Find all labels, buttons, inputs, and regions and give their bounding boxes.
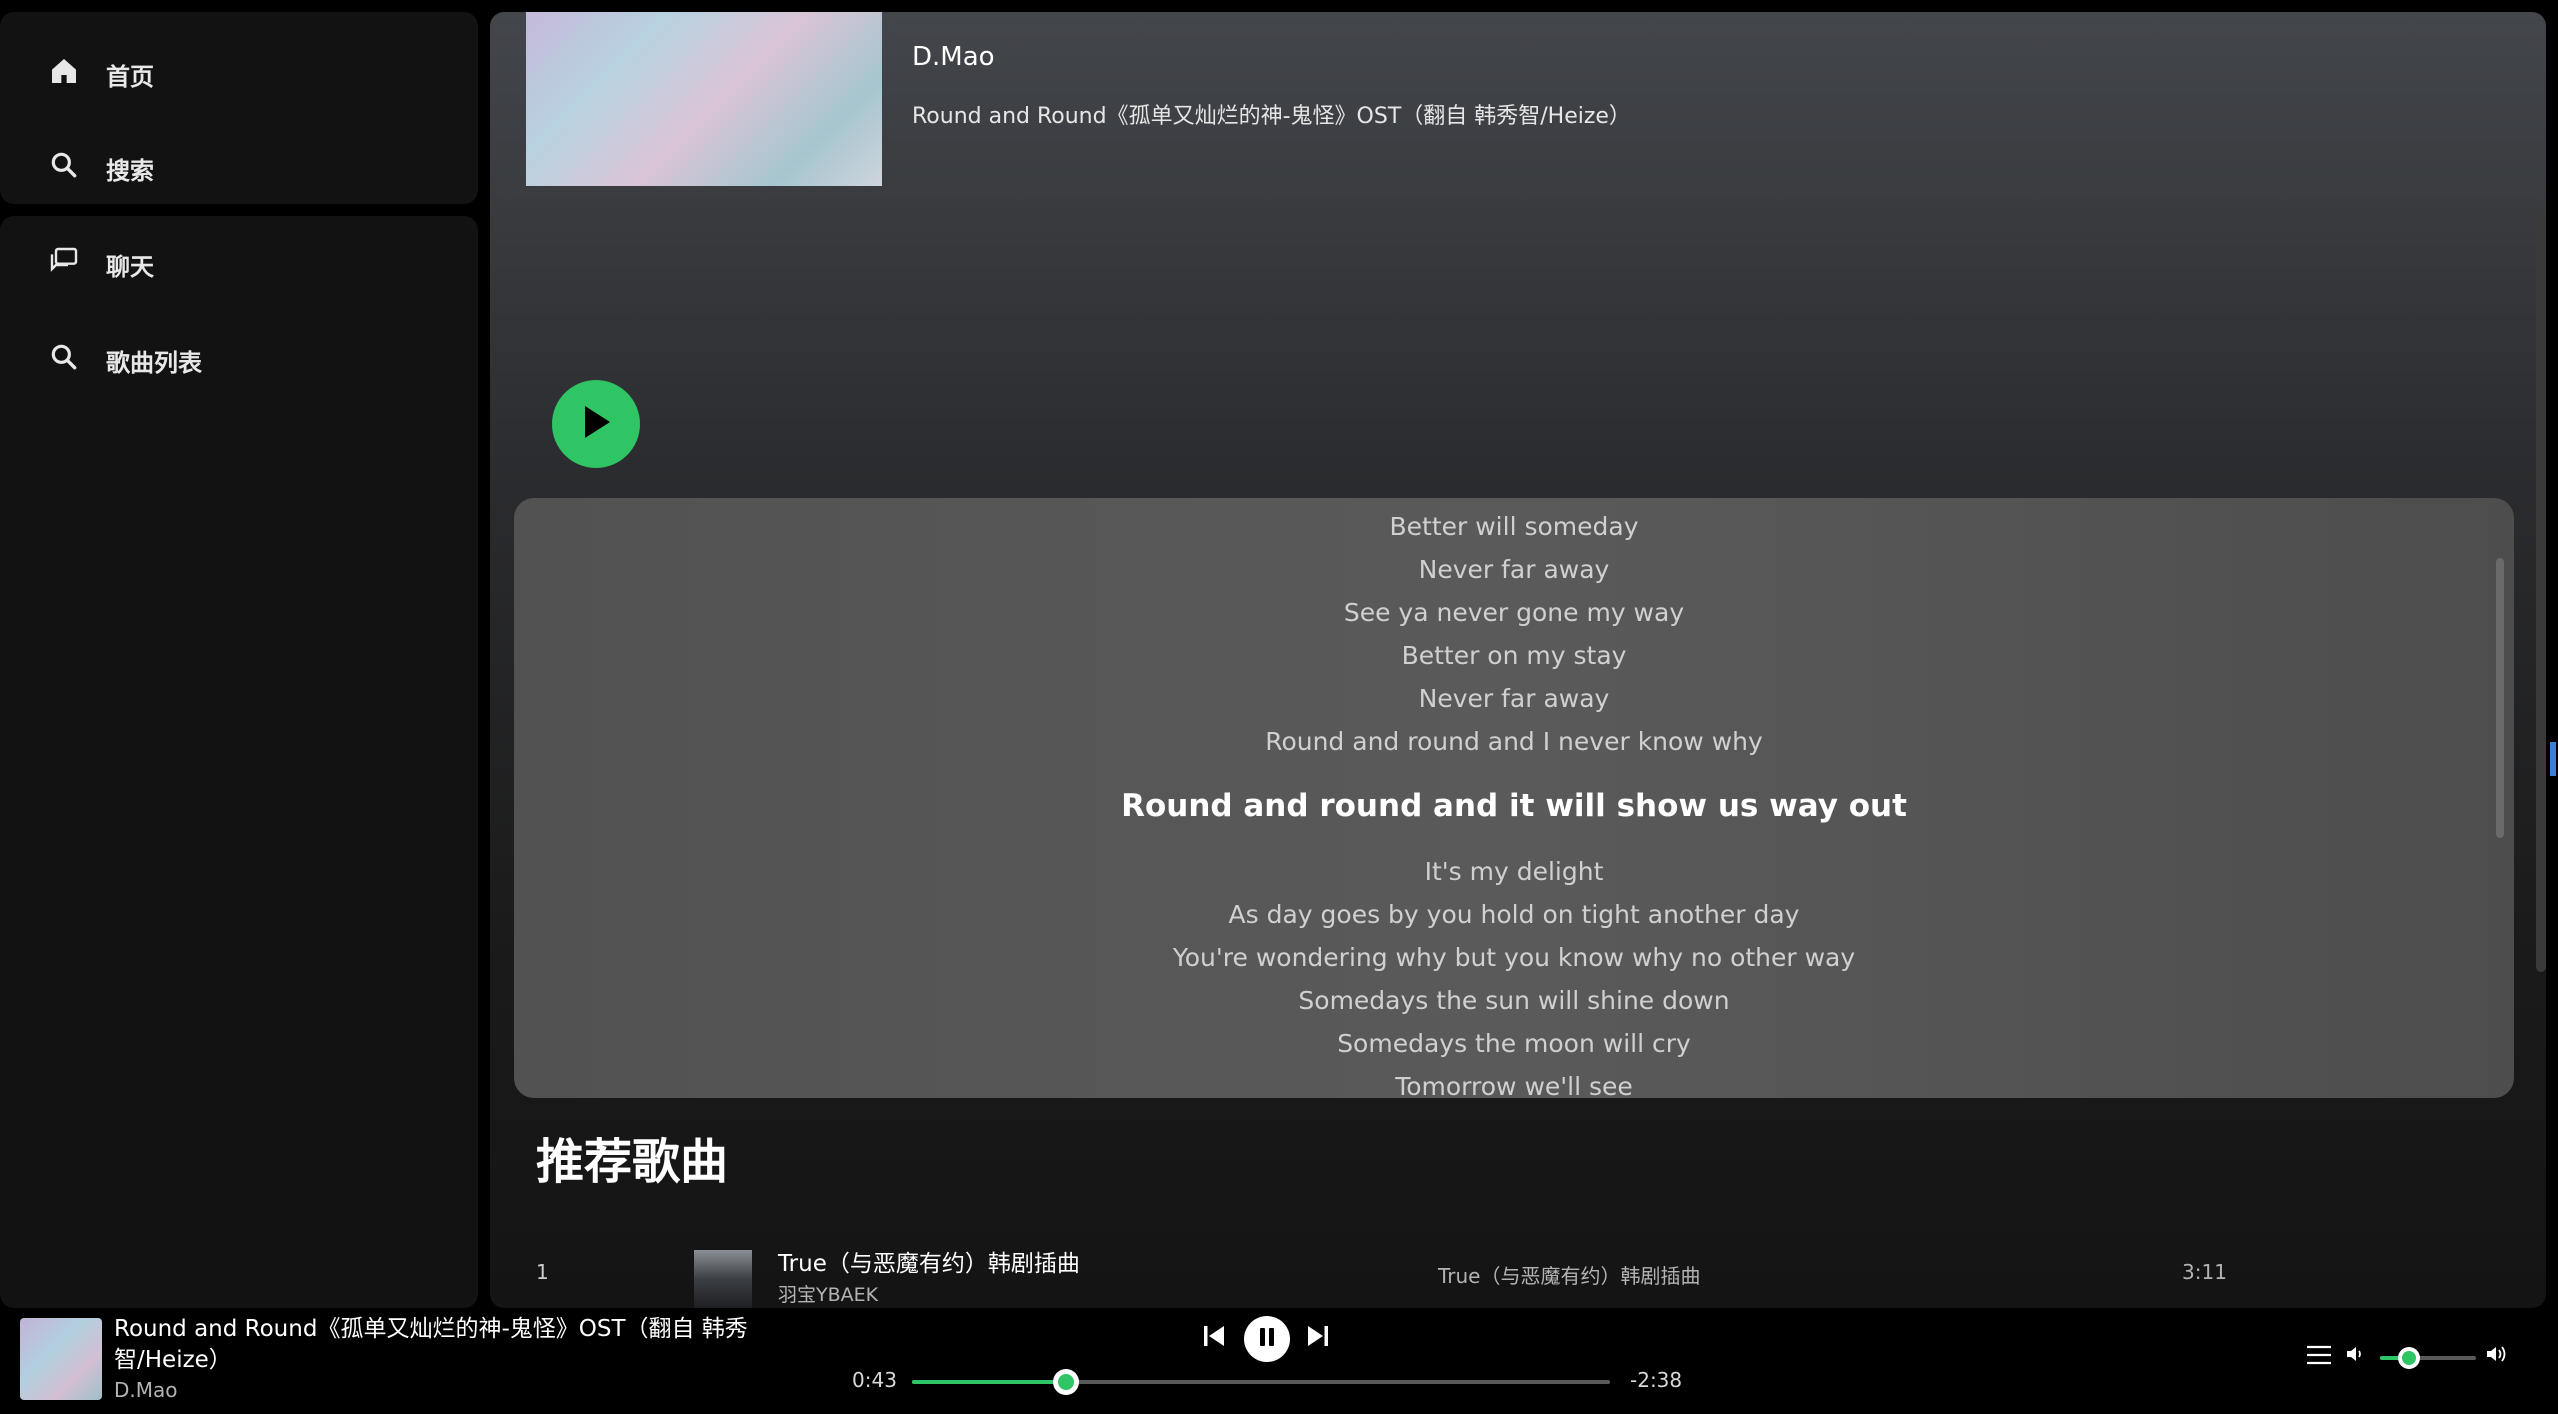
lyrics-panel[interactable]: Better will someday Never far away See y… [514,498,2514,1098]
sidebar-item-label: 歌曲列表 [106,348,202,377]
volume-max-button[interactable] [2484,1342,2512,1370]
next-button[interactable] [1304,1324,1332,1352]
track-artist[interactable]: 羽宝YBAEK [778,1280,878,1307]
track-thumbnail [694,1250,752,1308]
volume-slider[interactable] [2380,1347,2476,1369]
scrollbar-thumb[interactable] [2550,742,2556,776]
lyric-line: Round and round and I never know why [1265,727,1763,756]
artist-name[interactable]: D.Mao [912,42,995,72]
search-icon [48,341,80,379]
album-cover [526,12,882,186]
lyric-line-current: Round and round and it will show us way … [1121,788,1907,824]
table-row[interactable]: 1 True（与恶魔有约）韩剧插曲 羽宝YBAEK True（与恶魔有约）韩剧插… [490,1240,2546,1308]
now-playing-title[interactable]: Round and Round《孤单又灿烂的神-鬼怪》OST（翻自 韩秀智/He… [114,1314,794,1376]
lyric-line: Better on my stay [1401,641,1627,670]
track-album[interactable]: True（与恶魔有约）韩剧插曲 [1438,1260,1700,1289]
lyric-line: You're wondering why but you know why no… [1172,943,1856,972]
lyric-line: As day goes by you hold on tight another… [1228,900,1800,929]
lyric-line: Better will someday [1389,512,1639,541]
sidebar-item-label: 首页 [106,62,154,91]
progress-slider[interactable] [912,1369,1610,1395]
volume-handle[interactable] [2397,1347,2420,1369]
progress-fill [912,1380,1066,1384]
lyric-line: It's my delight [1424,857,1604,886]
lyrics-scrollbar[interactable] [2496,558,2504,838]
sidebar-bottom-panel: 聊天 歌曲列表 [0,216,478,1308]
now-playing-cover[interactable] [20,1318,102,1400]
sidebar-item-home[interactable]: 首页 [48,46,154,102]
pause-icon [1257,1326,1277,1352]
sidebar-top-panel: 首页 搜索 [0,12,478,204]
lyric-line: Somedays the moon will cry [1337,1029,1691,1058]
play-button[interactable] [552,380,640,468]
queue-icon [2305,1342,2333,1372]
chat-icon [48,245,80,283]
sidebar-item-label: 搜索 [106,156,154,185]
progress-handle[interactable] [1052,1369,1079,1395]
volume-high-icon [2485,1343,2511,1369]
remaining-time: -2:38 [1630,1368,1683,1392]
queue-button[interactable] [2304,1342,2334,1372]
now-playing-artist[interactable]: D.Mao [114,1378,178,1402]
sidebar-item-label: 聊天 [106,252,154,281]
sidebar-item-playlist[interactable]: 歌曲列表 [48,332,202,388]
search-icon [48,149,80,187]
player-bar: Round and Round《孤单又灿烂的神-鬼怪》OST（翻自 韩秀智/He… [0,1308,2558,1414]
main-content: D.Mao Round and Round《孤单又灿烂的神-鬼怪》OST（翻自 … [490,12,2546,1308]
song-title: Round and Round《孤单又灿烂的神-鬼怪》OST（翻自 韩秀智/He… [912,104,1631,129]
pause-button[interactable] [1244,1316,1290,1362]
lyric-line: See ya never gone my way [1343,598,1685,627]
previous-button[interactable] [1200,1324,1228,1352]
track-title[interactable]: True（与恶魔有约）韩剧插曲 [778,1244,1080,1278]
elapsed-time: 0:43 [852,1368,897,1392]
previous-icon [1201,1323,1227,1353]
play-icon [579,403,613,445]
next-icon [1305,1323,1331,1353]
sidebar-item-search[interactable]: 搜索 [48,140,154,196]
track-index: 1 [536,1260,549,1284]
home-icon [48,55,80,93]
sidebar-item-chat[interactable]: 聊天 [48,236,154,292]
volume-low-icon [2345,1344,2367,1368]
mute-button[interactable] [2344,1344,2368,1368]
lyric-line: Somedays the sun will shine down [1298,986,1730,1015]
lyric-line: Never far away [1418,684,1610,713]
track-duration: 3:11 [2182,1260,2227,1284]
lyric-line: Tomorrow we'll see [1395,1072,1633,1098]
main-scrollbar[interactable] [2536,212,2546,972]
recommended-title: 推荐歌曲 [536,1134,729,1190]
lyric-line: Never far away [1418,555,1610,584]
